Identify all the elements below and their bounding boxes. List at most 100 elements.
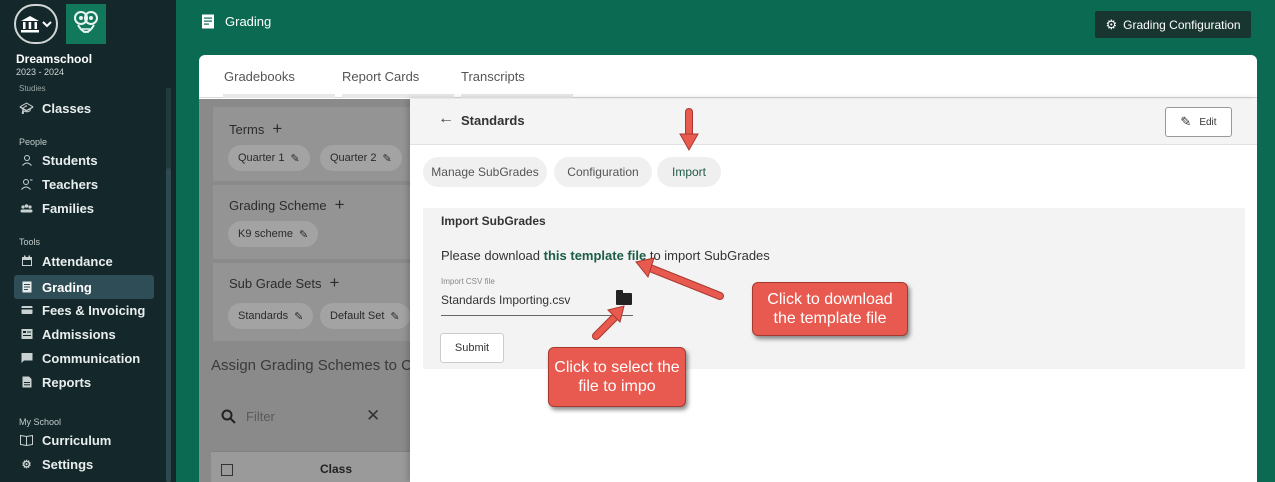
scrollbar-thumb[interactable] [166, 168, 171, 482]
sub-grade-sets-title: Sub Grade Sets + [229, 273, 339, 293]
search-icon [221, 409, 236, 424]
page-header: Grading [201, 14, 271, 29]
clear-filter-icon[interactable]: ✕ [366, 406, 380, 426]
plus-icon[interactable]: + [272, 119, 282, 139]
sidebar-item-attendance[interactable]: Attendance [14, 249, 154, 273]
table-header: Class [211, 451, 411, 482]
sidebar-item-communication[interactable]: Communication [14, 346, 154, 370]
sidebar-item-label: Students [42, 152, 98, 168]
teacher-icon [20, 178, 33, 191]
tab-import[interactable]: Import [657, 157, 721, 187]
plus-icon[interactable]: + [330, 273, 340, 293]
csv-field-label: Import CSV file [441, 277, 495, 286]
sidebar-item-teachers[interactable]: Teachers [14, 172, 154, 196]
grading-icon [202, 14, 214, 29]
sidebar-item-reports[interactable]: Reports [14, 370, 154, 394]
subgrade-chip[interactable]: Standards ✎ [228, 303, 314, 329]
sidebar-item-classes[interactable]: 🎓︎ Classes [14, 96, 154, 120]
tab-transcripts[interactable]: Transcripts [461, 69, 525, 84]
sidebar-item-label: Settings [42, 456, 94, 472]
csv-file-input[interactable]: Standards Importing.csv [441, 286, 633, 316]
chevron-down-icon [42, 21, 52, 28]
section-label-people: People [19, 137, 48, 147]
chip-label: Quarter 2 [330, 152, 377, 164]
chip-label: Standards [238, 310, 289, 322]
owl-logo-icon [74, 11, 98, 33]
sidebar-item-curriculum[interactable]: Curriculum [14, 428, 154, 452]
back-arrow-icon[interactable]: ← [438, 110, 454, 128]
sidebar-scrollbar[interactable] [166, 88, 171, 482]
section-label-studies: Studies [19, 84, 46, 93]
template-file-link[interactable]: this template file [544, 248, 647, 263]
sub-grade-sets-card: Sub Grade Sets + Standards ✎ Default Set ✎ [213, 263, 423, 341]
institution-switcher[interactable] [14, 4, 58, 44]
bank-icon [21, 16, 39, 33]
grading-configuration-button[interactable]: ⚙ Grading Configuration [1095, 11, 1251, 38]
dimmed-background-content: Terms + Quarter 1 ✎ Quarter 2 ✎ Grading Sc… [199, 99, 423, 482]
tab-configuration[interactable]: Configuration [554, 157, 652, 187]
sidebar-item-settings[interactable]: ⚙ Settings [14, 452, 154, 476]
term-chip[interactable]: Quarter 2 ✎ [320, 145, 402, 171]
book-icon [20, 434, 33, 447]
tab-manage-subgrades[interactable]: Manage SubGrades [423, 157, 547, 187]
tab-gradebooks[interactable]: Gradebooks [224, 69, 295, 84]
sidebar-item-label: Classes [42, 100, 92, 116]
sidebar-item-label: Admissions [42, 326, 116, 342]
gear-icon: ⚙ [1105, 16, 1118, 32]
gear-icon: ⚙ [21, 458, 32, 471]
grading-icon [20, 281, 33, 294]
pencil-icon: ✎ [290, 152, 300, 165]
pencil-icon: ✎ [299, 228, 309, 241]
plus-icon[interactable]: + [335, 195, 345, 215]
subgrade-chip[interactable]: Default Set ✎ [320, 303, 410, 329]
sidebar: Dreamschool 2023 - 2024 Studies 🎓︎ Class… [0, 0, 176, 482]
chat-icon [20, 352, 33, 365]
calendar-icon [20, 255, 33, 268]
sidebar-item-label: Reports [42, 374, 92, 390]
sidebar-item-label: Fees & Invoicing [42, 302, 146, 318]
tab-report-cards[interactable]: Report Cards [342, 69, 419, 84]
terms-title: Terms + [229, 119, 282, 139]
sidebar-item-families[interactable]: Families [14, 196, 154, 220]
graduation-cap-icon: 🎓︎ [19, 102, 34, 115]
select-all-checkbox[interactable] [221, 464, 233, 476]
pencil-icon: ✎ [1180, 114, 1192, 129]
sidebar-item-label: Teachers [42, 176, 99, 192]
section-label-my-school: My School [19, 417, 62, 427]
callout-download-template: Click to download the template file [752, 282, 908, 336]
scheme-chip[interactable]: K9 scheme ✎ [228, 221, 319, 247]
grading-scheme-card: Grading Scheme + K9 scheme ✎ [213, 185, 423, 259]
edit-button[interactable]: ✎ Edit [1165, 107, 1232, 137]
main-panel: Gradebooks Report Cards Transcripts Term… [199, 55, 1257, 482]
school-logo [66, 4, 106, 44]
tab-bar: Gradebooks Report Cards Transcripts [199, 55, 1257, 98]
school-name: Dreamschool [16, 52, 93, 66]
section-label-tools: Tools [19, 237, 41, 247]
callout-select-file: Click to select the file to impo [548, 347, 686, 407]
submit-button[interactable]: Submit [440, 333, 504, 363]
folder-icon[interactable] [616, 290, 632, 305]
page-title: Grading [225, 14, 272, 29]
edit-label: Edit [1199, 116, 1217, 128]
filter-input[interactable]: Filter [221, 409, 275, 424]
column-header-class: Class [320, 462, 353, 476]
instruction-text: to import SubGrades [646, 248, 770, 263]
pencil-icon: ✎ [382, 152, 392, 165]
sidebar-item-grading[interactable]: Grading [14, 275, 154, 299]
csv-file-name: Standards Importing.csv [441, 293, 571, 307]
pencil-icon: ✎ [294, 310, 304, 323]
invoice-icon [20, 304, 33, 317]
grading-configuration-label: Grading Configuration [1123, 17, 1241, 32]
sidebar-top [14, 4, 106, 44]
sidebar-item-fees[interactable]: Fees & Invoicing [14, 298, 154, 322]
sidebar-item-admissions[interactable]: Admissions [14, 322, 154, 346]
sidebar-item-label: Grading [42, 279, 92, 295]
chip-label: Default Set [330, 310, 385, 322]
term-chip[interactable]: Quarter 1 ✎ [228, 145, 310, 171]
panel-header: ← Standards ✎ Edit [410, 99, 1257, 145]
assign-heading: Assign Grading Schemes to C [211, 357, 412, 374]
panel-title: Standards [461, 113, 525, 128]
tab-indicator [223, 94, 335, 98]
sidebar-item-students[interactable]: Students [14, 148, 154, 172]
pencil-icon: ✎ [390, 310, 400, 323]
